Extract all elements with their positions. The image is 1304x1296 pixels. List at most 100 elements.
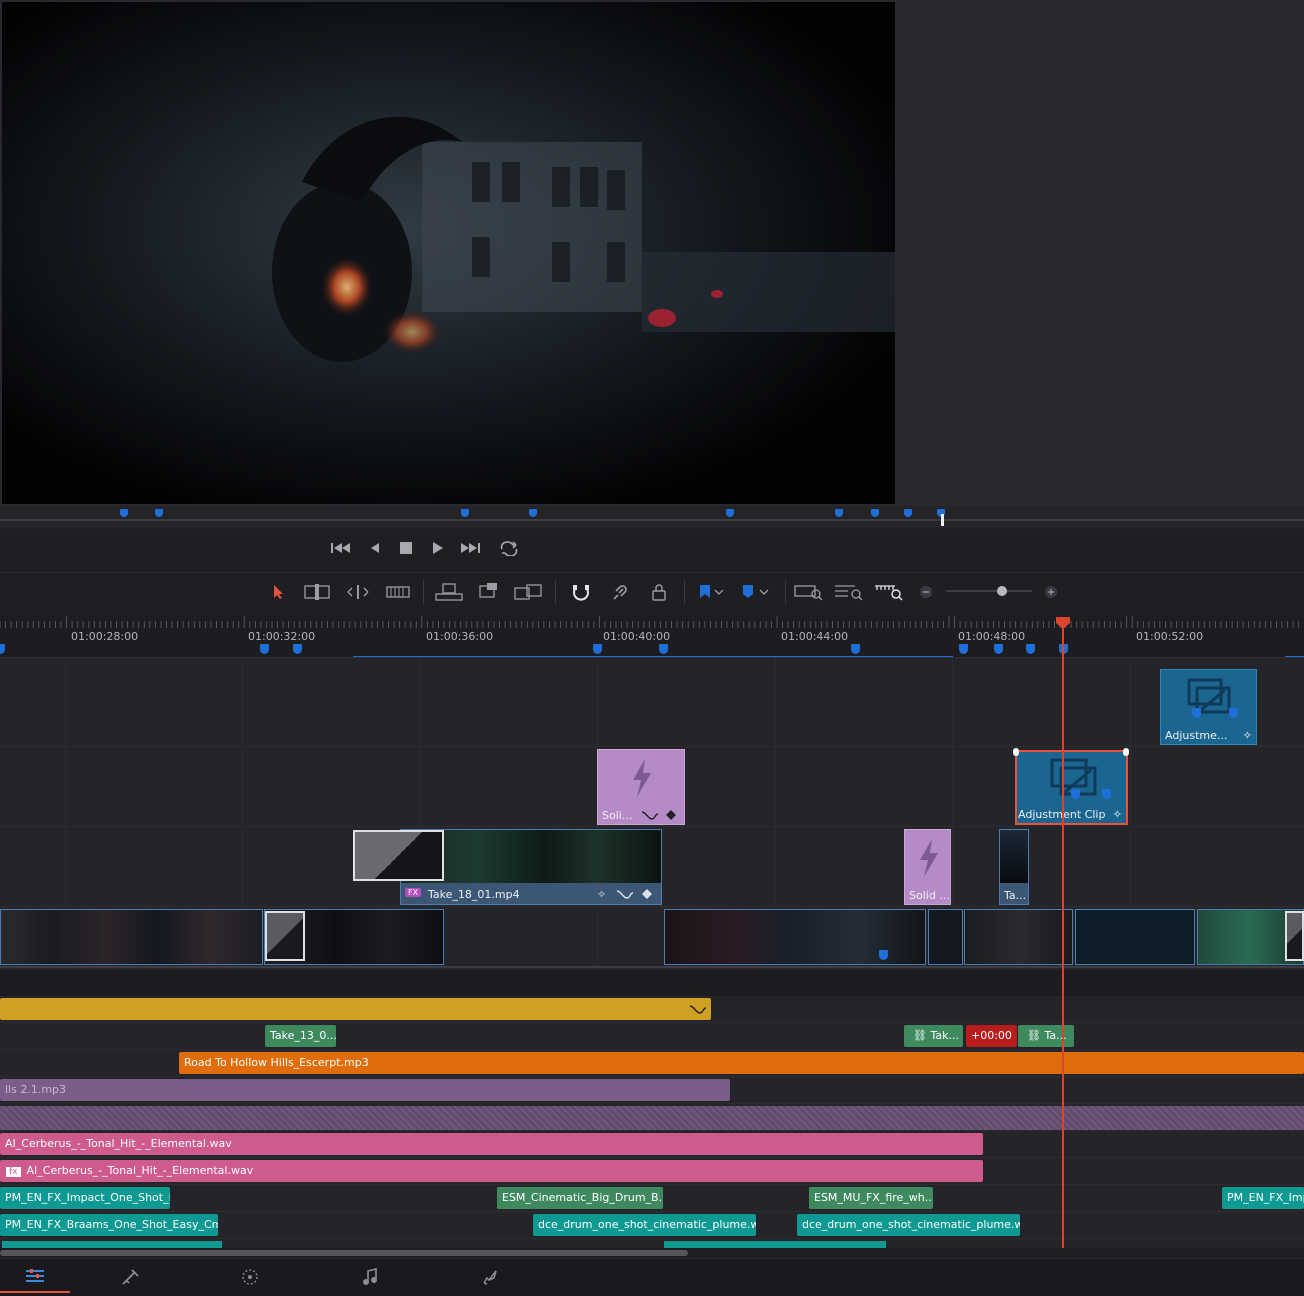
transition[interactable]	[1285, 911, 1304, 961]
edit-page-icon[interactable]	[0, 1261, 70, 1293]
offset-badge[interactable]: +00:00	[966, 1025, 1017, 1047]
timeline-marker[interactable]	[851, 644, 860, 654]
timecode-label: 01:00:36:00	[426, 630, 494, 643]
snapping-icon[interactable]	[566, 579, 596, 605]
audio-clip-braams[interactable]: PM_EN_FX_Braams_One_Shot_Easy_Cm...	[0, 1214, 218, 1236]
timeline-marker[interactable]	[1026, 644, 1035, 654]
timeline-marker[interactable]	[260, 644, 269, 654]
viewer-playhead[interactable]	[941, 514, 944, 526]
video-clip-take[interactable]: Ta...	[999, 829, 1029, 905]
fx-badge: FX	[405, 888, 422, 897]
viewer-frame[interactable]	[2, 2, 895, 504]
clip-label: Ta...	[1004, 889, 1027, 902]
audio-clip-partial[interactable]	[664, 1241, 886, 1248]
linked-selection-icon[interactable]	[605, 579, 635, 605]
audio-clip-drum[interactable]: ESM_Cinematic_Big_Drum_B...	[497, 1187, 663, 1209]
video-clip[interactable]	[0, 909, 263, 965]
audio-clip-gold[interactable]	[0, 998, 711, 1020]
stop-icon[interactable]	[394, 537, 418, 559]
skip-to-start-icon[interactable]	[329, 537, 353, 559]
zoom-slider-thumb[interactable]	[997, 586, 1007, 596]
viewer-marker[interactable]	[155, 509, 163, 517]
trim-handle[interactable]	[1013, 748, 1019, 756]
fairlight-page-icon[interactable]	[335, 1261, 405, 1293]
viewer-marker[interactable]	[871, 509, 879, 517]
clip-label: ESM_MU_FX_fire_wh...	[814, 1191, 933, 1204]
audio-clip-impact-right[interactable]: PM_EN_FX_Imp	[1222, 1187, 1304, 1209]
timeline-marker[interactable]	[293, 644, 302, 654]
audio-clip-cerberus[interactable]: AI_Cerberus_-_Tonal_Hit_-_Elemental.wav	[0, 1133, 983, 1155]
skip-to-end-icon[interactable]	[458, 537, 482, 559]
transition[interactable]	[353, 830, 444, 881]
fusion-page-icon[interactable]	[95, 1261, 165, 1293]
clip-label: PM_EN_FX_Impact_One_Shot_Pe...	[5, 1191, 170, 1204]
clip-marker[interactable]	[1071, 789, 1080, 799]
full-zoom-icon[interactable]	[794, 579, 824, 605]
audio-clip-plume[interactable]: dce_drum_one_shot_cinematic_plume.w...	[533, 1214, 756, 1236]
viewer-marker[interactable]	[120, 509, 128, 517]
clip-marker[interactable]	[879, 950, 888, 960]
detail-zoom-icon[interactable]	[834, 579, 864, 605]
replace-clip-icon[interactable]	[513, 579, 543, 605]
timeline-marker[interactable]	[659, 644, 668, 654]
loop-icon[interactable]	[497, 537, 521, 559]
playhead[interactable]	[1062, 622, 1064, 1248]
overwrite-clip-icon[interactable]	[474, 579, 504, 605]
viewer-marker[interactable]	[726, 509, 734, 517]
zoom-in-icon[interactable]	[1038, 579, 1064, 605]
audio-clip-take-13[interactable]: Take_13_0...	[265, 1025, 336, 1047]
clip-marker[interactable]	[1192, 708, 1201, 718]
color-page-icon[interactable]	[215, 1261, 285, 1293]
play-icon[interactable]	[425, 537, 449, 559]
viewer-marker[interactable]	[835, 509, 843, 517]
clip-marker[interactable]	[1229, 708, 1238, 718]
viewer-marker[interactable]	[461, 509, 469, 517]
audio-clip-fire[interactable]: ESM_MU_FX_fire_wh...	[809, 1187, 933, 1209]
audio-clip-impact[interactable]: PM_EN_FX_Impact_One_Shot_Pe...	[0, 1187, 170, 1209]
trim-edit-icon[interactable]	[302, 579, 332, 605]
zoom-out-icon[interactable]	[913, 579, 939, 605]
trim-handle[interactable]	[1123, 748, 1129, 756]
audio-clip-partial[interactable]	[2, 1241, 222, 1248]
scrollbar-thumb[interactable]	[0, 1250, 688, 1256]
adjustment-clip[interactable]: Adjustme... ✧	[1160, 669, 1257, 745]
playhead-handle[interactable]	[1055, 616, 1071, 630]
video-clip[interactable]	[928, 909, 963, 965]
position-lock-icon[interactable]	[644, 579, 674, 605]
solid-color-clip[interactable]: Solid ...	[904, 829, 951, 905]
audio-clip-tak[interactable]: ⛓ Tak...	[904, 1025, 963, 1047]
clip-marker[interactable]	[1102, 789, 1111, 799]
insert-clip-icon[interactable]	[434, 579, 464, 605]
lightning-icon	[920, 839, 938, 877]
timeline-marker[interactable]	[994, 644, 1003, 654]
dynamic-trim-icon[interactable]	[343, 579, 373, 605]
audio-clip-cerberus-fx[interactable]: fx AI_Cerberus_-_Tonal_Hit_-_Elemental.wa…	[0, 1160, 983, 1182]
selection-arrow-icon[interactable]	[263, 579, 293, 605]
zoom-slider[interactable]	[946, 590, 1032, 592]
video-clip[interactable]	[664, 909, 926, 965]
viewer-marker[interactable]	[904, 509, 912, 517]
clip-label: lls 2.1.mp3	[5, 1083, 67, 1096]
video-clip[interactable]	[964, 909, 1073, 965]
transition[interactable]	[265, 911, 305, 961]
timeline-marker[interactable]	[959, 644, 968, 654]
page-navigation	[0, 1258, 1304, 1296]
timeline-marker[interactable]	[593, 644, 602, 654]
viewer-scrub-bar[interactable]	[0, 506, 1304, 528]
solid-color-clip[interactable]: Soli...	[597, 749, 685, 825]
custom-zoom-icon[interactable]	[874, 579, 904, 605]
chevron-down-icon[interactable]	[710, 579, 728, 605]
step-back-icon[interactable]	[363, 537, 387, 559]
toolbar-separator	[684, 580, 685, 604]
audio-clip-music-left[interactable]: lls 2.1.mp3	[0, 1079, 730, 1101]
audio-clip-plume[interactable]: dce_drum_one_shot_cinematic_plume.w...	[797, 1214, 1020, 1236]
blade-icon[interactable]	[383, 579, 413, 605]
deliver-page-icon[interactable]	[455, 1261, 525, 1293]
audio-clip-disabled[interactable]	[0, 1106, 1304, 1130]
audio-clip-music[interactable]: Road To Hollow Hills_Escerpt.mp3	[179, 1052, 1304, 1074]
audio-clip-ta[interactable]: ⛓ Ta...	[1018, 1025, 1074, 1047]
chevron-down-icon[interactable]	[755, 579, 773, 605]
video-clip[interactable]	[1075, 909, 1195, 965]
adjustment-clip-selected[interactable]: Adjustment Clip ✧	[1015, 750, 1128, 825]
viewer-marker[interactable]	[529, 509, 537, 517]
